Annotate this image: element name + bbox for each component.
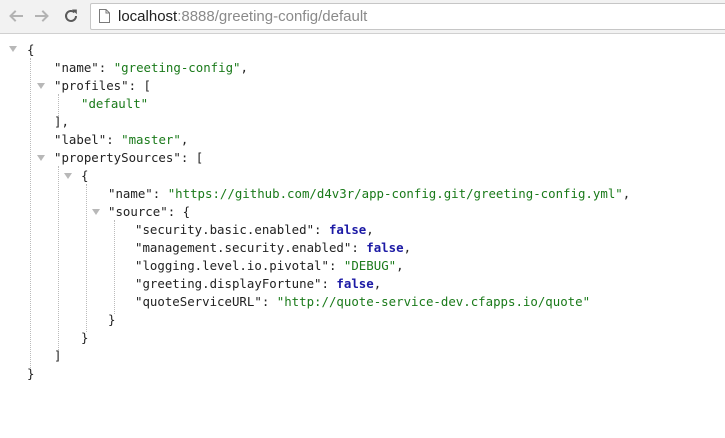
json-line: ],: [54, 114, 69, 129]
url-host: localhost: [118, 8, 178, 25]
json-key: "logging.level.io.pivotal": [135, 258, 329, 273]
indent-guide: [86, 184, 87, 332]
json-key: "propertySources": [54, 150, 181, 165]
json-string: "greeting-config": [113, 60, 241, 75]
json-key: "name": [108, 186, 153, 201]
indent-guide: [58, 166, 59, 350]
json-line: }: [108, 312, 116, 327]
json-key: "source": [108, 204, 168, 219]
collapse-source-icon[interactable]: [92, 209, 100, 215]
json-key: "security.basic.enabled": [135, 222, 315, 237]
indent-guide: [114, 220, 115, 314]
json-line: "default": [81, 95, 148, 113]
json-line: "name": "greeting-config",: [54, 60, 248, 75]
json-string: "master": [121, 132, 181, 147]
address-bar[interactable]: localhost:8888/greeting-config/default: [90, 3, 725, 30]
json-string: "https://github.com/d4v3r/app-config.git…: [167, 186, 623, 201]
json-key: "label": [54, 132, 107, 147]
json-line: "quoteServiceURL": "http://quote-service…: [135, 294, 591, 309]
indent-guide: [30, 58, 31, 368]
json-viewer: { "name": "greeting-config", "profiles":…: [0, 34, 725, 438]
json-boolean: false: [366, 240, 404, 255]
json-string: "DEBUG": [343, 258, 397, 273]
json-line: "source": {: [108, 204, 191, 219]
browser-toolbar: localhost:8888/greeting-config/default: [0, 0, 725, 34]
collapse-property-sources-icon[interactable]: [37, 155, 45, 161]
json-line: }: [81, 330, 89, 345]
json-line: "logging.level.io.pivotal": "DEBUG",: [135, 258, 404, 273]
json-line: {: [81, 168, 89, 183]
json-boolean: false: [328, 222, 367, 237]
json-line: "name": "https://github.com/d4v3r/app-co…: [108, 186, 631, 201]
json-key: "greeting.displayFortune": [135, 276, 322, 291]
json-line: "profiles": [: [54, 78, 151, 93]
reload-icon: [65, 9, 77, 22]
json-key: "quoteServiceURL": [135, 294, 262, 309]
page-icon: [99, 9, 110, 23]
arrow-left-icon: [9, 10, 23, 22]
collapse-profiles-icon[interactable]: [37, 83, 45, 89]
json-line: "management.security.enabled": false,: [135, 240, 412, 255]
json-line: "propertySources": [: [54, 150, 204, 165]
brace: {: [27, 42, 35, 57]
collapse-property-source-icon[interactable]: [64, 173, 72, 179]
json-line: ]: [54, 348, 62, 363]
json-boolean: false: [336, 276, 374, 291]
json-line: }: [27, 365, 34, 383]
url-path: :8888/greeting-config/default: [177, 8, 368, 25]
brace: }: [27, 366, 35, 381]
collapse-root-icon[interactable]: [9, 46, 17, 52]
json-string: "default": [81, 96, 149, 111]
forward-button[interactable]: [32, 6, 52, 26]
arrow-right-icon: [35, 10, 49, 22]
json-string: "http://quote-service-dev.cfapps.io/quot…: [276, 294, 591, 309]
json-line: "greeting.displayFortune": false,: [135, 276, 382, 291]
json-key: "profiles": [54, 78, 129, 93]
reload-button[interactable]: [61, 6, 81, 26]
json-key: "management.security.enabled": [135, 240, 352, 255]
url-text: localhost:8888/greeting-config/default: [118, 8, 367, 25]
json-line: {: [27, 41, 34, 59]
json-line: "label": "master",: [54, 132, 189, 147]
back-button[interactable]: [6, 6, 26, 26]
json-key: "name": [54, 60, 99, 75]
json-line: "security.basic.enabled": false,: [135, 222, 374, 237]
